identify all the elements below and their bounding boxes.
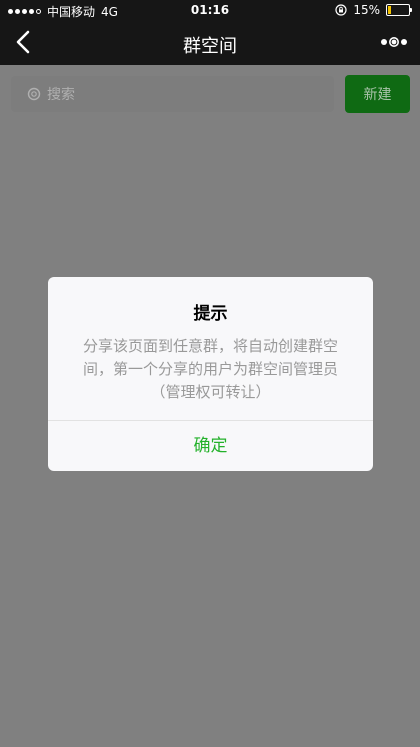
- search-placeholder: 搜索: [47, 87, 75, 103]
- alert-dialog: 提示 分享该页面到任意群，将自动创建群空间，第一个分享的用户为群空间管理员（管理…: [48, 277, 373, 471]
- dialog-message: 分享该页面到任意群，将自动创建群空间，第一个分享的用户为群空间管理员（管理权可转…: [82, 337, 338, 401]
- search-row: 搜索 新建: [0, 65, 420, 119]
- search-input[interactable]: 搜索: [11, 76, 334, 112]
- battery-icon: [386, 4, 412, 16]
- battery-percent: 15%: [353, 3, 380, 17]
- confirm-button[interactable]: 确定: [48, 421, 373, 471]
- page-title: 群空间: [183, 36, 237, 57]
- status-right: 15%: [335, 3, 412, 17]
- nav-bar: 群空间: [0, 20, 420, 65]
- orientation-lock-icon: [335, 4, 347, 16]
- battery-fill: [388, 6, 391, 14]
- more-options-icon[interactable]: [380, 35, 408, 49]
- status-bar: 中国移动 4G 01:16 15%: [0, 0, 420, 20]
- dialog-title: 提示: [193, 304, 228, 324]
- search-icon: [27, 87, 41, 101]
- new-button[interactable]: 新建: [345, 75, 410, 113]
